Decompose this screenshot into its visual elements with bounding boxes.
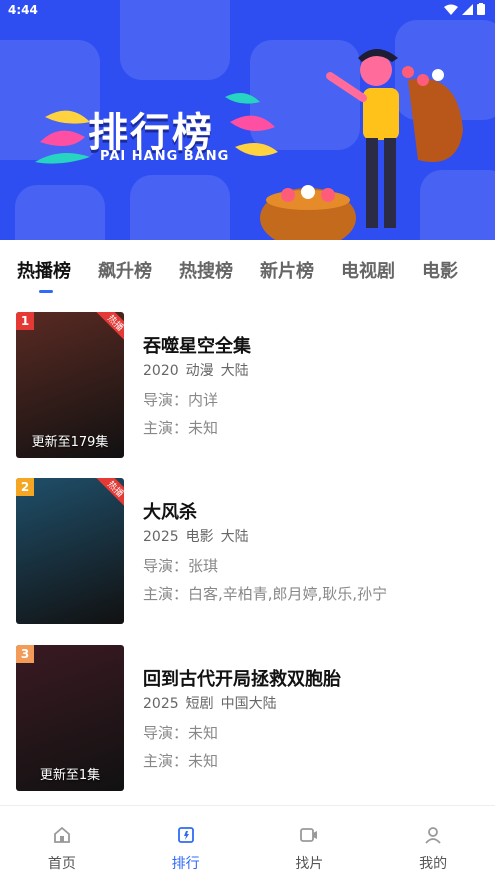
item-title[interactable]: 吞噬星空全集 (143, 332, 251, 358)
item-year: 2020 (143, 363, 179, 379)
battery-icon (477, 3, 485, 15)
hot-badge: 热播 (95, 312, 124, 343)
rank-badge: 1 (16, 312, 34, 330)
episode-caption: 更新至179集 (31, 435, 109, 450)
ranking-icon (177, 826, 195, 848)
list-item[interactable]: 3 更新至1集 回到古代开局拯救双胞胎 2025 短剧 中国大陆 导演：未知主演：未知 (0, 633, 495, 791)
item-type: 电影 (185, 529, 214, 545)
home-icon (53, 826, 71, 848)
item-director: 导演：张琪 (143, 557, 219, 575)
tab-2[interactable]: 热搜榜 (179, 257, 233, 283)
status-time: 4:44 (8, 3, 38, 17)
character-illustration (260, 49, 463, 240)
item-year: 2025 (143, 696, 179, 712)
video-icon (299, 826, 319, 848)
hot-badge: 热播 (95, 478, 124, 509)
poster-image[interactable]: 2 热播 (16, 478, 124, 624)
tab-3[interactable]: 新片榜 (260, 257, 314, 283)
nav-label: 我的 (419, 856, 448, 872)
item-cast: 主演：未知 (143, 419, 219, 437)
item-region: 中国大陆 (220, 696, 277, 712)
item-meta: 2025 短剧 中国大陆 (143, 693, 284, 713)
nav-label: 找片 (295, 856, 324, 872)
user-icon (424, 826, 442, 848)
item-director: 导演：未知 (143, 724, 219, 742)
nav-label: 排行 (171, 856, 200, 872)
rank-badge: 3 (16, 645, 34, 663)
item-meta: 2025 电影 大陆 (143, 526, 256, 546)
bottom-navigation: 首页 排行 找片 我的 (0, 805, 495, 881)
tab-0[interactable]: 热播榜 (17, 257, 71, 293)
nav-item-0[interactable]: 首页 (0, 806, 124, 881)
list-item[interactable]: 1 热播更新至179集 吞噬星空全集 2020 动漫 大陆 导演：内详主演：未知 (0, 300, 495, 458)
list-item[interactable]: 2 热播 大风杀 2025 电影 大陆 导演：张琪主演：白客,辛柏青,郎月婷,耿乐,孙宁 (0, 466, 495, 624)
banner-subtitle: PAI HANG BANG (100, 149, 230, 164)
nav-item-2[interactable]: 找片 (248, 806, 372, 881)
signal-icon (462, 3, 473, 15)
item-year: 2025 (143, 529, 179, 545)
item-director: 导演：内详 (143, 391, 219, 409)
ranking-tabs: 热播榜 飙升榜 热搜榜 新片榜 电视剧 电影 (0, 240, 495, 300)
tab-1[interactable]: 飙升榜 (98, 257, 152, 283)
nav-label: 首页 (47, 856, 76, 872)
item-cast: 主演：未知 (143, 752, 219, 770)
item-cast: 主演：白客,辛柏青,郎月婷,耿乐,孙宁 (143, 585, 388, 603)
poster-image[interactable]: 1 热播更新至179集 (16, 312, 124, 458)
item-region: 大陆 (220, 363, 249, 379)
item-region: 大陆 (220, 529, 249, 545)
episode-caption: 更新至1集 (39, 768, 101, 783)
poster-image[interactable]: 3 更新至1集 (16, 645, 124, 791)
item-title[interactable]: 大风杀 (143, 498, 197, 524)
wifi-icon (444, 4, 458, 15)
nav-item-3[interactable]: 我的 (371, 806, 495, 881)
tab-4[interactable]: 电视剧 (341, 257, 395, 283)
ranking-banner: 排行榜 PAI HANG BANG 4:44 (0, 0, 495, 240)
rank-badge: 2 (16, 478, 34, 496)
nav-item-1[interactable]: 排行 (124, 806, 248, 881)
status-bar: 4:44 (0, 0, 495, 20)
item-meta: 2020 动漫 大陆 (143, 360, 256, 380)
tab-5[interactable]: 电影 (422, 257, 458, 283)
item-type: 动漫 (185, 363, 214, 379)
item-type: 短剧 (185, 696, 214, 712)
item-title[interactable]: 回到古代开局拯救双胞胎 (143, 665, 341, 691)
